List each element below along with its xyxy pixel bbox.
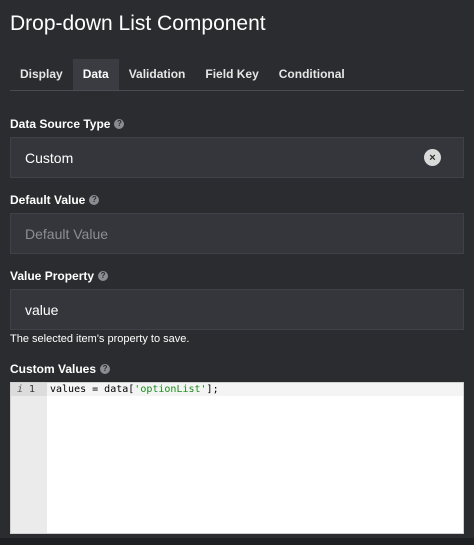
data-source-type-label: Data Source Type ? xyxy=(10,117,125,131)
bottom-bar xyxy=(0,538,474,545)
code-suffix: ]; xyxy=(206,384,219,395)
code-prefix: values = data[ xyxy=(50,384,135,395)
custom-values-label-text: Custom Values xyxy=(10,362,97,376)
default-value-label: Default Value ? xyxy=(10,193,100,207)
tab-bar: Display Data Validation Field Key Condit… xyxy=(10,59,464,91)
tab-field-key[interactable]: Field Key xyxy=(195,59,268,90)
help-icon[interactable]: ? xyxy=(89,195,100,205)
data-source-type-value: Custom xyxy=(25,149,74,166)
gutter-line: i 1 xyxy=(11,383,47,396)
default-value-placeholder: Default Value xyxy=(25,225,109,242)
code-editor[interactable]: i 1 values = data['optionList']; xyxy=(10,382,464,534)
clear-icon[interactable]: × xyxy=(424,149,441,166)
value-property-input[interactable]: value xyxy=(10,289,464,330)
code-string: 'optionList' xyxy=(134,384,207,395)
default-value-input[interactable]: Default Value xyxy=(10,213,464,254)
value-property-label-text: Value Property xyxy=(10,269,95,283)
tab-validation[interactable]: Validation xyxy=(119,59,196,90)
data-source-type-label-text: Data Source Type xyxy=(10,117,111,131)
tab-data[interactable]: Data xyxy=(72,59,119,90)
tab-display[interactable]: Display xyxy=(10,59,73,90)
line-number: 1 xyxy=(29,384,36,395)
value-property-value: value xyxy=(25,301,59,318)
help-icon[interactable]: ? xyxy=(114,119,125,129)
default-value-label-text: Default Value xyxy=(10,193,86,207)
help-icon[interactable]: ? xyxy=(98,271,109,281)
page-title: Drop-down List Component xyxy=(10,12,266,35)
help-icon[interactable]: ? xyxy=(100,364,111,374)
code-line[interactable]: values = data['optionList']; xyxy=(47,383,463,396)
value-property-label: Value Property ? xyxy=(10,269,109,283)
data-source-type-select[interactable]: Custom × xyxy=(10,137,464,178)
info-icon: i xyxy=(17,384,24,395)
tab-conditional[interactable]: Conditional xyxy=(269,59,355,90)
value-property-hint: The selected item's property to save. xyxy=(10,333,190,345)
editor-gutter xyxy=(11,383,47,533)
custom-values-label: Custom Values ? xyxy=(10,362,111,376)
